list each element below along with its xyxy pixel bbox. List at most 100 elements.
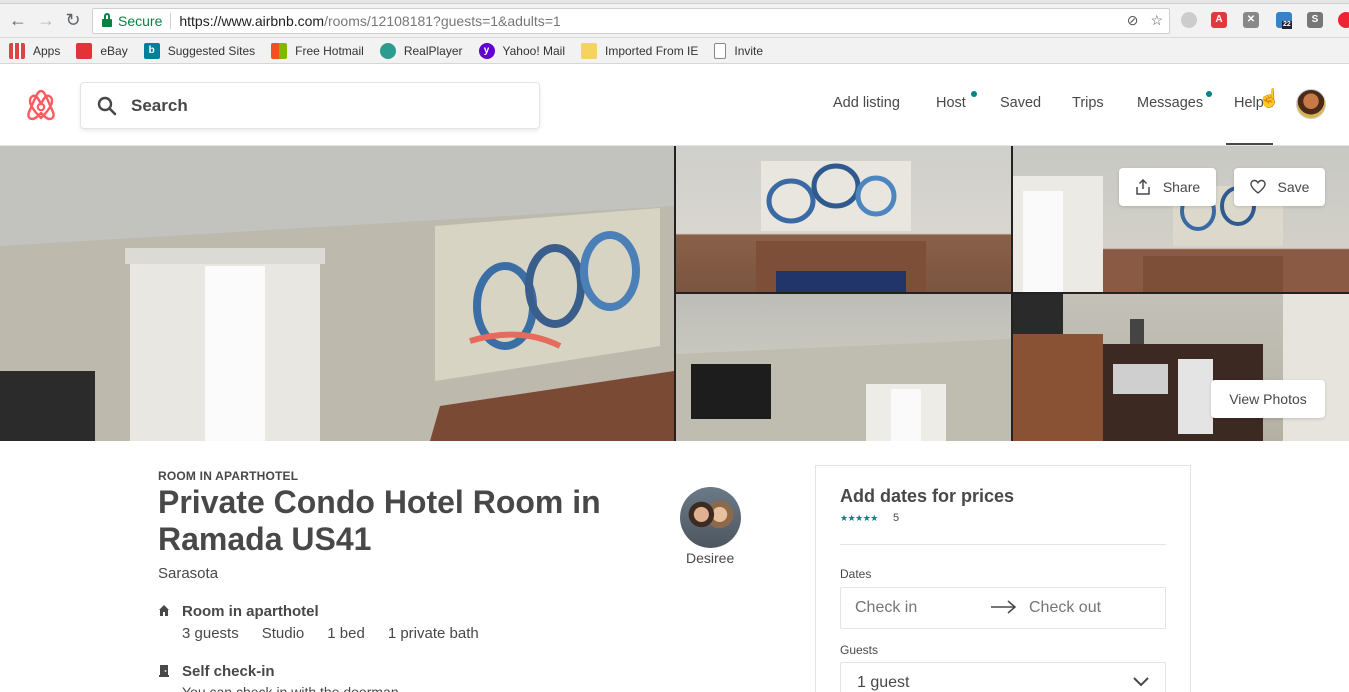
- door-icon: [159, 665, 169, 677]
- back-icon[interactable]: ←: [8, 10, 28, 30]
- main-photo[interactable]: [0, 146, 674, 441]
- divider: [840, 544, 1166, 545]
- save-label: Save: [1277, 179, 1310, 195]
- nav-host[interactable]: Host: [936, 91, 977, 111]
- stat-beds: 1 bed: [327, 625, 365, 642]
- extension-badge: 22: [1282, 21, 1292, 29]
- dates-picker: Check in Check out: [840, 587, 1166, 629]
- chevron-down-icon: [1133, 677, 1149, 687]
- forward-icon[interactable]: →: [36, 10, 56, 30]
- bookmark-label: Imported From IE: [605, 43, 699, 58]
- reload-icon[interactable]: ↻: [63, 10, 83, 30]
- notification-dot: [1206, 91, 1212, 97]
- check-out-field[interactable]: Check out: [1029, 599, 1101, 617]
- rating-count[interactable]: 5: [893, 512, 899, 524]
- listing-type: ROOM IN APARTHOTEL: [158, 469, 299, 483]
- stat-baths: 1 private bath: [387, 625, 479, 642]
- photo-tv-wall[interactable]: [676, 294, 1011, 441]
- bookmark-label: Free Hotmail: [295, 43, 364, 58]
- bookmark-label: Yahoo! Mail: [502, 43, 565, 58]
- address-bar[interactable]: Secure https://www.airbnb.com/rooms/1210…: [92, 8, 1170, 34]
- extension-edge-icon[interactable]: [1338, 12, 1349, 28]
- photo-bedroom-art[interactable]: [676, 146, 1011, 292]
- extension-gray-icon[interactable]: S: [1307, 12, 1323, 28]
- bookmark-free-hotmail[interactable]: Free Hotmail: [271, 42, 364, 59]
- realplayer-icon: [379, 42, 396, 59]
- stat-room: Studio: [261, 625, 305, 642]
- ebay-icon: [76, 42, 93, 59]
- nav-saved[interactable]: Saved: [1000, 95, 1041, 111]
- mouse-cursor-icon: ☝: [1258, 88, 1281, 108]
- browser-toolbar: ← → ↻ Secure https://www.airbnb.com/room…: [0, 0, 1349, 38]
- feature-self-check-in: Self check-in: [182, 663, 275, 680]
- host-name[interactable]: Desiree: [686, 550, 734, 566]
- bookmarks-bar: Apps eBay b Suggested Sites Free Hotmail …: [0, 38, 1349, 64]
- stat-guests: 3 guests: [182, 625, 239, 642]
- url-host: https://www.airbnb.com: [179, 13, 325, 29]
- folder-icon: [581, 42, 597, 59]
- apps-grid-icon: [9, 42, 25, 59]
- tab-strip: [0, 0, 1349, 4]
- search-input[interactable]: [131, 95, 511, 116]
- search-bar[interactable]: [80, 82, 540, 129]
- feature-room-type: Room in aparthotel: [182, 603, 319, 620]
- nav-trips[interactable]: Trips: [1072, 95, 1104, 111]
- photo-kitchenette[interactable]: [1013, 294, 1349, 441]
- view-photos-button[interactable]: View Photos: [1211, 380, 1325, 418]
- feature-stats: 3 guests Studio 1 bed 1 private bath: [182, 625, 479, 642]
- windows-icon: [271, 42, 288, 59]
- bookmark-label: eBay: [100, 43, 128, 58]
- guests-label: Guests: [840, 643, 879, 657]
- bookmark-yahoo-mail[interactable]: y Yahoo! Mail: [478, 42, 565, 59]
- guests-value: 1 guest: [857, 674, 910, 691]
- share-label: Share: [1162, 179, 1201, 195]
- bookmark-realplayer[interactable]: RealPlayer: [379, 42, 463, 59]
- extension-red-icon[interactable]: A: [1211, 12, 1227, 28]
- save-button[interactable]: Save: [1234, 168, 1325, 206]
- secure-label: Secure: [118, 13, 163, 29]
- nav-messages-label: Messages: [1137, 95, 1204, 111]
- home-icon: [159, 605, 169, 616]
- nav-messages[interactable]: Messages: [1137, 91, 1212, 111]
- notification-dot: [971, 91, 977, 97]
- extension-circle-icon[interactable]: [1181, 12, 1197, 28]
- page-icon: [714, 42, 727, 59]
- rating-stars-icon[interactable]: ★★★★★: [840, 513, 878, 524]
- extension-blue-icon[interactable]: 22: [1276, 12, 1292, 29]
- nav-host-label: Host: [936, 95, 966, 111]
- feature-self-check-in-desc: You can check in with the doorman.: [182, 684, 403, 692]
- listing-city[interactable]: Sarasota: [158, 565, 218, 582]
- bookmark-label: Invite: [734, 43, 764, 58]
- extension-tools-icon[interactable]: ✕: [1243, 12, 1259, 28]
- active-nav-underline: [1226, 143, 1273, 145]
- nav-add-listing[interactable]: Add listing: [833, 95, 900, 111]
- omnibox-separator: [170, 13, 172, 29]
- booking-title: Add dates for prices: [840, 486, 1015, 506]
- bookmark-star-icon[interactable]: ☆: [1150, 12, 1163, 29]
- user-avatar[interactable]: [1296, 89, 1326, 119]
- booking-panel: Add dates for prices ★★★★★ 5 Dates Check…: [815, 465, 1191, 692]
- bookmark-label: Suggested Sites: [167, 43, 256, 58]
- translate-icon[interactable]: ⊘: [1127, 12, 1139, 29]
- bookmark-ebay[interactable]: eBay: [76, 42, 128, 59]
- url-path: /rooms/12108181?guests=1&adults=1: [324, 13, 561, 29]
- check-in-field[interactable]: Check in: [855, 599, 917, 617]
- bookmark-suggested-sites[interactable]: b Suggested Sites: [143, 42, 256, 59]
- airbnb-logo-icon[interactable]: [25, 88, 57, 122]
- bookmark-label: Apps: [33, 43, 61, 58]
- share-button[interactable]: Share: [1119, 168, 1216, 206]
- bookmark-imported-from-ie[interactable]: Imported From IE: [581, 42, 699, 59]
- arrow-right-icon: [991, 600, 1017, 614]
- share-icon: [1136, 179, 1150, 195]
- guests-select[interactable]: 1 guest: [840, 662, 1166, 692]
- bookmark-invite[interactable]: Invite: [714, 42, 764, 59]
- yahoo-icon: y: [478, 42, 495, 59]
- heart-icon: [1249, 179, 1266, 194]
- photo-gallery: Share Save View Photos: [0, 146, 1349, 441]
- bookmark-apps[interactable]: Apps: [9, 42, 61, 59]
- search-icon: [97, 96, 117, 115]
- host-avatar[interactable]: [680, 487, 741, 548]
- dates-label: Dates: [840, 567, 872, 581]
- bing-icon: b: [143, 42, 160, 59]
- bookmark-label: RealPlayer: [403, 43, 463, 58]
